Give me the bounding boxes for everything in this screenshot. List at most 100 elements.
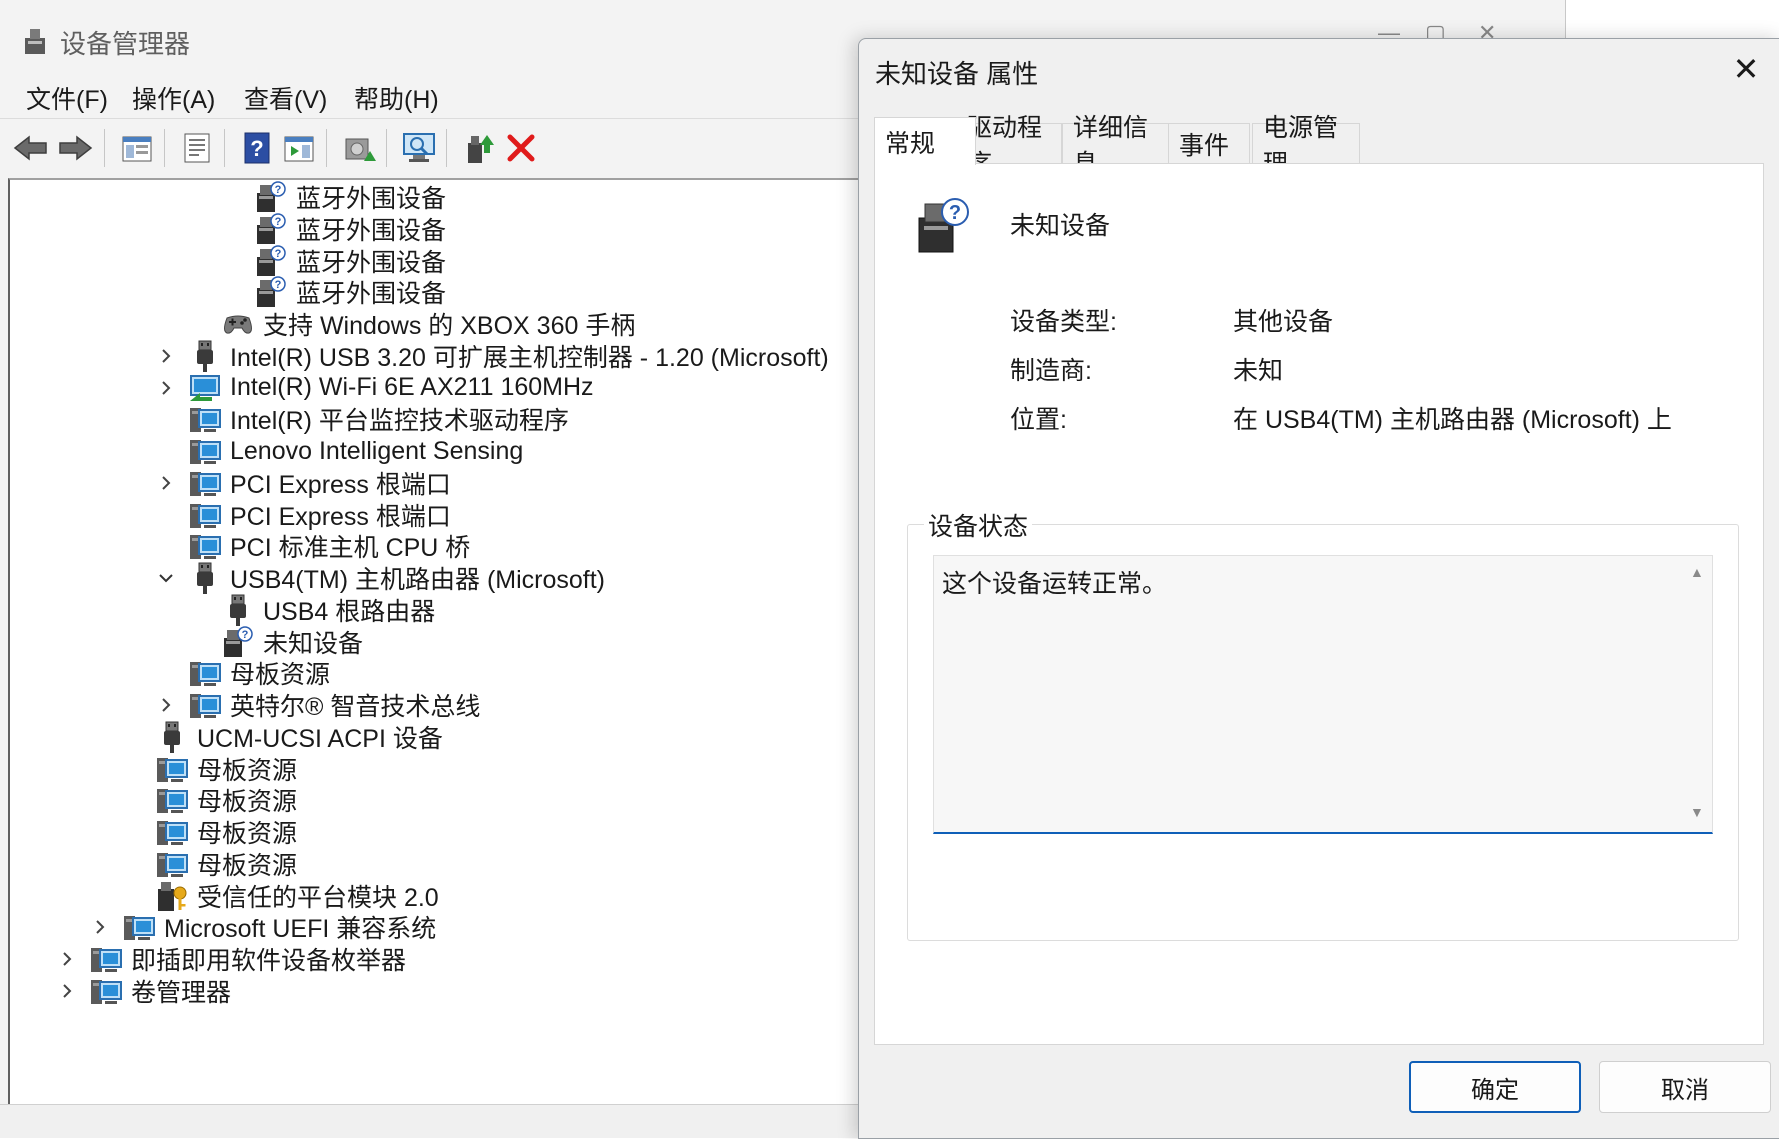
gamepad-icon — [221, 307, 255, 341]
svg-text:?: ? — [275, 279, 282, 291]
tree-item[interactable]: 母板资源 — [155, 847, 297, 881]
device-name: 未知设备 — [1010, 212, 1111, 240]
tree-item[interactable]: ? 蓝牙外围设备 — [254, 244, 446, 278]
chevron-right-icon[interactable] — [92, 919, 108, 935]
action-pane-icon[interactable] — [278, 127, 320, 169]
chevron-right-icon[interactable] — [59, 951, 75, 967]
tree-item[interactable]: ? 蓝牙外围设备 — [254, 180, 446, 214]
tree-item-label: PCI Express 根端口 — [230, 470, 451, 499]
uninstall-device-icon[interactable] — [500, 127, 542, 169]
system-device-icon — [122, 910, 156, 944]
system-device-icon — [188, 434, 222, 468]
tree-item[interactable]: PCI Express 根端口 — [162, 466, 451, 500]
tree-item-label: 母板资源 — [197, 851, 298, 880]
tree-item-label: PCI Express 根端口 — [230, 502, 451, 531]
toolbar-separator — [446, 129, 447, 167]
usb-plug-icon — [221, 593, 255, 627]
system-device-icon — [155, 847, 189, 881]
enable-device-icon[interactable] — [458, 127, 500, 169]
tree-item[interactable]: 卷管理器 — [63, 974, 231, 1008]
tree-item-label: 母板资源 — [197, 820, 298, 848]
menu-help[interactable]: 帮助(H) — [350, 78, 443, 118]
system-device-icon — [89, 942, 123, 976]
tree-item[interactable]: 母板资源 — [188, 656, 330, 690]
svg-text:?: ? — [275, 248, 282, 260]
svg-text:?: ? — [275, 184, 282, 196]
location-label: 位置: — [1010, 406, 1067, 434]
svg-text:?: ? — [949, 202, 961, 224]
chevron-right-icon[interactable] — [158, 348, 174, 364]
tab-power-management[interactable]: 电源管理 — [1252, 114, 1360, 178]
device-manager-icon — [25, 29, 45, 54]
system-device-icon — [155, 752, 189, 786]
tree-item[interactable]: Intel(R) Wi-Fi 6E AX211 160MHz — [162, 371, 594, 405]
tree-item-label: Intel(R) 平台监控技术驱动程序 — [230, 407, 569, 436]
unknown-device-icon: ? — [254, 212, 288, 246]
chevron-right-icon[interactable] — [158, 697, 174, 713]
tab-general[interactable]: 常规 — [874, 117, 976, 165]
tree-item[interactable]: PCI 标准主机 CPU 桥 — [188, 529, 470, 563]
toolbar-separator — [104, 129, 105, 167]
device-type-label: 设备类型: — [1010, 308, 1117, 336]
usb-plug-icon — [188, 339, 222, 373]
forward-arrow-icon[interactable] — [54, 127, 96, 169]
scroll-down-icon[interactable]: ▼ — [1690, 804, 1704, 820]
tree-item-label: 即插即用软件设备枚举器 — [131, 947, 407, 975]
tree-item[interactable]: USB4 根路由器 — [221, 593, 435, 627]
network-adapter-icon — [188, 371, 222, 405]
tree-item[interactable]: ? 未知设备 — [221, 625, 363, 659]
tree-item[interactable]: Intel(R) USB 3.20 可扩展主机控制器 - 1.20 (Micro… — [162, 339, 829, 373]
tree-item-label: Intel(R) USB 3.20 可扩展主机控制器 - 1.20 (Micro… — [230, 343, 829, 372]
tree-item[interactable]: 受信任的平台模块 2.0 — [155, 879, 439, 913]
cancel-button[interactable]: 取消 — [1599, 1061, 1771, 1113]
tree-item[interactable]: 支持 Windows 的 XBOX 360 手柄 — [221, 307, 635, 341]
tree-item[interactable]: Lenovo Intelligent Sensing — [188, 434, 523, 468]
scroll-up-icon[interactable]: ▲ — [1690, 564, 1704, 580]
chevron-right-icon[interactable] — [59, 983, 75, 999]
scan-hardware-icon[interactable] — [398, 127, 440, 169]
tree-item[interactable]: ? 蓝牙外围设备 — [254, 275, 446, 309]
update-driver-icon[interactable] — [338, 127, 380, 169]
tree-item[interactable]: ? 蓝牙外围设备 — [254, 212, 446, 246]
close-icon[interactable]: ✕ — [1726, 49, 1766, 89]
help-icon[interactable]: ? — [236, 127, 278, 169]
menu-file[interactable]: 文件(F) — [22, 78, 112, 118]
menu-view[interactable]: 查看(V) — [240, 78, 331, 118]
tab-events[interactable]: 事件 — [1168, 123, 1250, 164]
tree-item-label: Lenovo Intelligent Sensing — [230, 436, 524, 465]
tree-item[interactable]: Microsoft UEFI 兼容系统 — [96, 910, 436, 944]
system-device-icon — [188, 529, 222, 563]
chevron-right-icon[interactable] — [158, 380, 174, 396]
menu-action[interactable]: 操作(A) — [128, 78, 219, 118]
chevron-down-icon[interactable] — [158, 570, 174, 586]
toolbar-separator — [164, 129, 165, 167]
tree-item[interactable]: 母板资源 — [155, 752, 297, 786]
tree-item[interactable]: 英特尔® 智音技术总线 — [162, 688, 480, 722]
ok-button[interactable]: 确定 — [1409, 1061, 1581, 1113]
system-device-icon — [155, 815, 189, 849]
back-arrow-icon[interactable] — [10, 127, 52, 169]
tree-item[interactable]: 即插即用软件设备枚举器 — [63, 942, 407, 976]
tree-item[interactable]: 母板资源 — [155, 783, 297, 817]
toolbar-separator — [224, 129, 225, 167]
tree-item[interactable]: USB4(TM) 主机路由器 (Microsoft) — [159, 561, 605, 595]
status-scrollbar[interactable]: ▲ ▼ — [1682, 556, 1712, 832]
show-hide-console-tree-icon[interactable] — [116, 127, 158, 169]
tree-item-label: UCM-UCSI ACPI 设备 — [197, 724, 443, 753]
toolbar-separator — [326, 129, 327, 167]
system-device-icon — [188, 498, 222, 532]
svg-text:?: ? — [250, 136, 263, 161]
window-title: 设备管理器 — [60, 29, 191, 59]
tree-item[interactable]: PCI Express 根端口 — [188, 498, 451, 532]
device-status-textbox[interactable]: 这个设备运转正常。 ▲ ▼ — [933, 555, 1713, 834]
tree-item[interactable]: 母板资源 — [155, 815, 297, 849]
device-type-value: 其他设备 — [1233, 308, 1334, 336]
usb-plug-icon — [188, 561, 222, 595]
tree-item[interactable]: UCM-UCSI ACPI 设备 — [155, 720, 443, 754]
system-device-icon — [155, 783, 189, 817]
dialog-title-bar: 未知设备 属性 ✕ — [859, 39, 1779, 105]
tree-item[interactable]: Intel(R) 平台监控技术驱动程序 — [188, 402, 569, 436]
properties-icon[interactable] — [176, 127, 218, 169]
chevron-right-icon[interactable] — [158, 475, 174, 491]
tab-details[interactable]: 详细信息 — [1062, 114, 1170, 178]
